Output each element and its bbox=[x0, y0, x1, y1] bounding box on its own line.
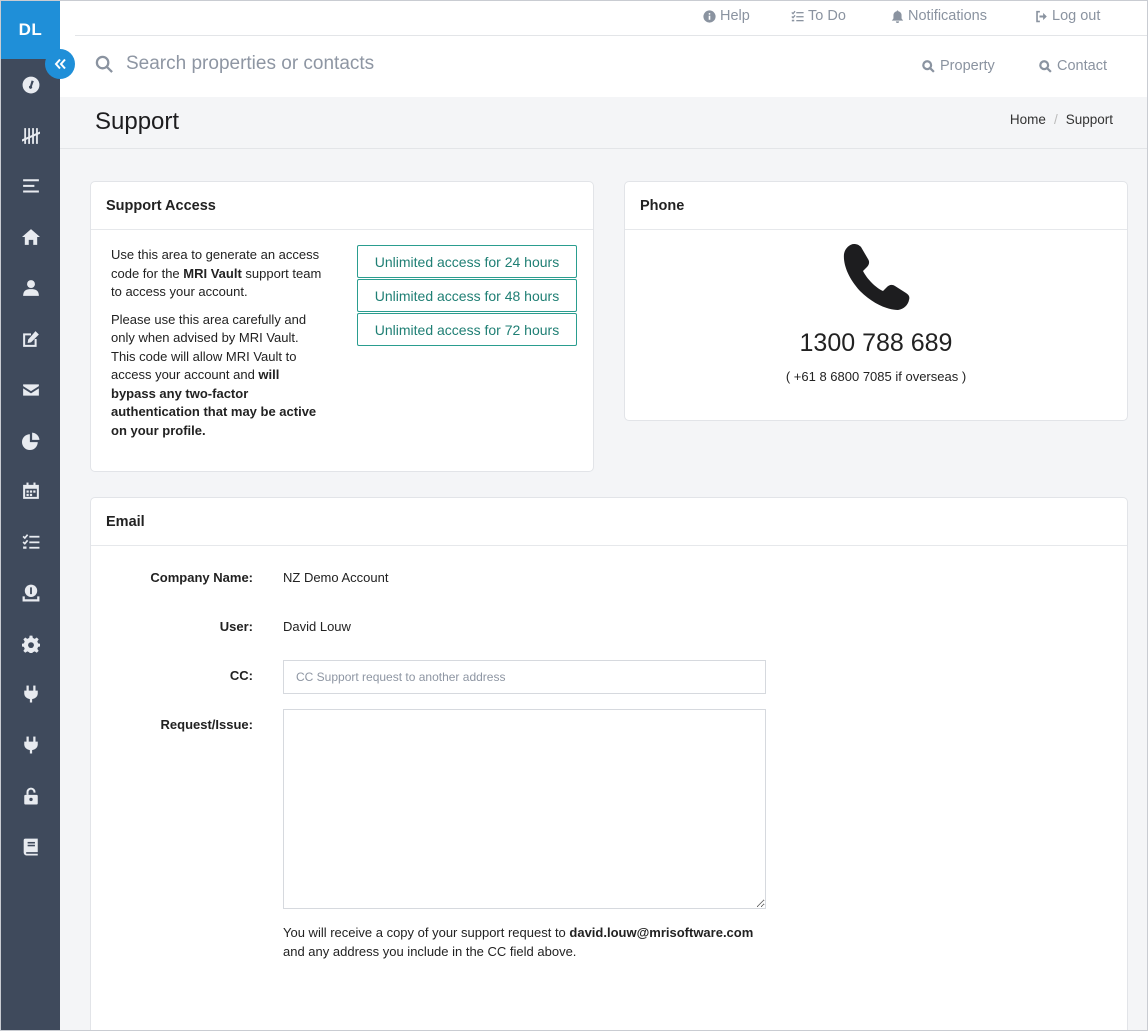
sidebar-item-calendar[interactable] bbox=[1, 471, 60, 511]
info-icon bbox=[703, 9, 716, 23]
sidebar-item-security[interactable] bbox=[1, 776, 60, 816]
edit-icon bbox=[22, 331, 39, 347]
sidebar-item-plugins[interactable] bbox=[1, 725, 60, 765]
book-icon bbox=[23, 838, 38, 856]
phone-icon bbox=[843, 244, 910, 310]
cc-label: CC: bbox=[229, 668, 253, 683]
sidebar-collapse-button[interactable] bbox=[45, 49, 75, 79]
plug-icon bbox=[23, 685, 38, 703]
user-icon bbox=[22, 280, 39, 296]
search-input[interactable] bbox=[126, 53, 526, 75]
sidebar-item-finance[interactable] bbox=[1, 573, 60, 613]
logout-icon bbox=[1036, 10, 1047, 22]
breadcrumb-current: Support bbox=[1065, 112, 1113, 127]
menu-icon bbox=[22, 179, 39, 193]
email-title: Email bbox=[91, 498, 1127, 546]
top-links: Help To Do Notifications Log out bbox=[75, 1, 1147, 36]
copy-notice: You will receive a copy of your support … bbox=[283, 924, 763, 961]
plug-icon bbox=[23, 736, 38, 754]
phone-title: Phone bbox=[625, 182, 1127, 230]
phone-overseas-number: ( +61 8 6800 7085 if overseas ) bbox=[785, 369, 967, 384]
sidebar-item-tasks[interactable] bbox=[1, 522, 60, 562]
help-label: Help bbox=[720, 8, 750, 24]
finance-icon bbox=[22, 584, 39, 602]
help-link[interactable]: Help bbox=[703, 8, 750, 24]
todo-link[interactable]: To Do bbox=[791, 8, 846, 24]
page-header: Support Home / Support bbox=[60, 97, 1147, 149]
pie-chart-icon bbox=[21, 432, 39, 450]
notifications-label: Notifications bbox=[908, 8, 987, 24]
support-intro: Use this area to generate an access code… bbox=[111, 246, 326, 302]
contact-label: Contact bbox=[1057, 58, 1107, 74]
request-issue-textarea[interactable] bbox=[283, 709, 766, 909]
breadcrumb-home[interactable]: Home bbox=[1010, 112, 1046, 127]
global-search bbox=[95, 53, 526, 75]
app-window: DL Help To Do Notifications Log out Sear… bbox=[0, 0, 1148, 1031]
support-intro-brand: MRI Vault bbox=[183, 265, 242, 281]
request-issue-label: Request/Issue: bbox=[160, 717, 253, 732]
tally-icon bbox=[21, 128, 40, 144]
home-icon bbox=[21, 229, 40, 245]
sidebar-item-edit[interactable] bbox=[1, 319, 60, 359]
search-property-button[interactable]: Property bbox=[922, 58, 995, 74]
support-access-card: Support Access Use this area to generate… bbox=[90, 181, 594, 472]
cc-input[interactable] bbox=[283, 660, 766, 694]
access-72-hours-button[interactable]: Unlimited access for 72 hours bbox=[357, 313, 577, 346]
property-label: Property bbox=[940, 58, 995, 74]
breadcrumb: Home / Support bbox=[1010, 112, 1113, 127]
breadcrumb-separator: / bbox=[1053, 112, 1058, 127]
sidebar-item-menu[interactable] bbox=[1, 166, 60, 206]
sidebar: DL bbox=[1, 1, 60, 1030]
access-24-hours-button[interactable]: Unlimited access for 24 hours bbox=[357, 245, 577, 278]
mail-icon bbox=[22, 384, 39, 396]
support-access-description: Use this area to generate an access code… bbox=[111, 246, 326, 449]
top-bar: Help To Do Notifications Log out Propert… bbox=[60, 1, 1147, 97]
sidebar-item-integrations[interactable] bbox=[1, 674, 60, 714]
search-icon bbox=[922, 59, 935, 73]
phone-card: Phone 1300 788 689 ( +61 8 6800 7085 if … bbox=[624, 181, 1128, 421]
email-card: Email Company Name: NZ Demo Account User… bbox=[90, 497, 1128, 1030]
search-icon bbox=[95, 55, 113, 73]
logout-link[interactable]: Log out bbox=[1035, 8, 1100, 24]
support-warning: Please use this area carefully and only … bbox=[111, 311, 326, 441]
copy-notice-post: and any address you include in the CC fi… bbox=[283, 943, 577, 959]
sidebar-item-mail[interactable] bbox=[1, 370, 60, 410]
tasks-icon bbox=[22, 534, 39, 549]
tasks-icon bbox=[791, 10, 804, 21]
page-title: Support bbox=[95, 108, 180, 135]
double-chevron-left-icon bbox=[54, 58, 66, 70]
search-icon bbox=[1039, 59, 1052, 73]
copy-notice-pre: You will receive a copy of your support … bbox=[283, 925, 570, 940]
todo-label: To Do bbox=[808, 8, 846, 24]
lock-icon bbox=[23, 787, 38, 805]
sidebar-item-contacts[interactable] bbox=[1, 268, 60, 308]
support-access-title: Support Access bbox=[91, 182, 593, 230]
sidebar-item-reports[interactable] bbox=[1, 421, 60, 461]
sidebar-item-settings[interactable] bbox=[1, 624, 60, 664]
gear-icon bbox=[21, 635, 40, 653]
dashboard-icon bbox=[22, 76, 39, 94]
calendar-icon bbox=[22, 482, 39, 499]
sidebar-item-docs[interactable] bbox=[1, 827, 60, 867]
access-48-hours-button[interactable]: Unlimited access for 48 hours bbox=[357, 279, 577, 312]
user-label: User: bbox=[219, 619, 253, 634]
company-name-value: NZ Demo Account bbox=[283, 570, 389, 585]
company-name-label: Company Name: bbox=[150, 570, 253, 585]
bell-icon bbox=[891, 9, 904, 23]
search-contact-button[interactable]: Contact bbox=[1039, 58, 1107, 74]
phone-number: 1300 788 689 bbox=[799, 329, 953, 357]
sidebar-item-tally[interactable] bbox=[1, 116, 60, 156]
copy-notice-email: david.louw@mrisoftware.com bbox=[569, 925, 754, 940]
notifications-link[interactable]: Notifications bbox=[891, 8, 987, 24]
user-value: David Louw bbox=[283, 619, 351, 634]
logout-label: Log out bbox=[1052, 8, 1101, 24]
sidebar-item-home[interactable] bbox=[1, 217, 60, 257]
